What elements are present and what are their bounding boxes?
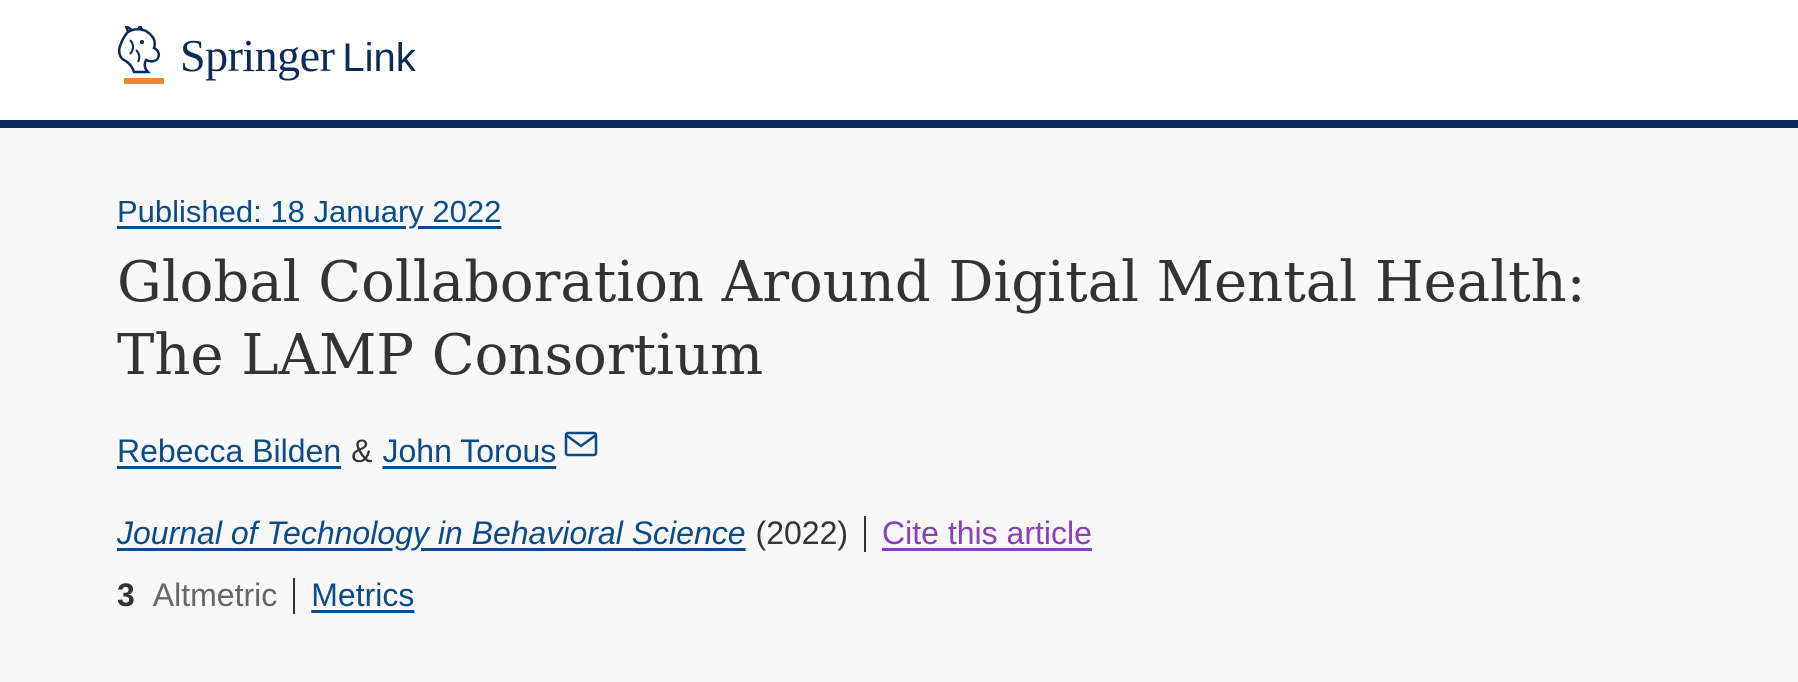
article-title: Global Collaboration Around Digital Ment… — [117, 250, 1586, 388]
author-link-rebecca-bilden[interactable]: Rebecca Bilden — [117, 433, 341, 470]
springer-horse-logo-icon — [116, 26, 168, 88]
citation-line: Journal of Technology in Behavioral Scie… — [117, 515, 1092, 552]
altmetric-count: 3 — [117, 577, 135, 613]
metrics-link[interactable]: Metrics — [311, 577, 414, 614]
metrics-divider — [293, 577, 296, 614]
mail-icon[interactable] — [564, 428, 598, 465]
publication-year: (2022) — [755, 515, 849, 551]
header-divider — [0, 120, 1798, 128]
springer-link-logo[interactable]: Springer Link — [116, 26, 416, 88]
logo-product: Link — [342, 36, 416, 80]
journal-link[interactable]: Journal of Technology in Behavioral Scie… — [117, 515, 746, 552]
logo-wordmark: Springer Link — [180, 29, 416, 82]
metrics-line: 3 Altmetric Metrics — [117, 577, 414, 614]
author-separator: & — [351, 433, 373, 469]
altmetric-label: Altmetric — [152, 577, 278, 613]
author-list: Rebecca Bilden & John Torous — [117, 431, 598, 470]
site-header: Springer Link — [0, 0, 1798, 120]
author-link-john-torous[interactable]: John Torous — [382, 433, 556, 470]
published-date-link[interactable]: Published: 18 January 2022 — [117, 194, 501, 230]
cite-this-article-link[interactable]: Cite this article — [882, 515, 1092, 552]
citation-divider — [864, 515, 867, 552]
logo-brand: Springer — [180, 30, 335, 81]
